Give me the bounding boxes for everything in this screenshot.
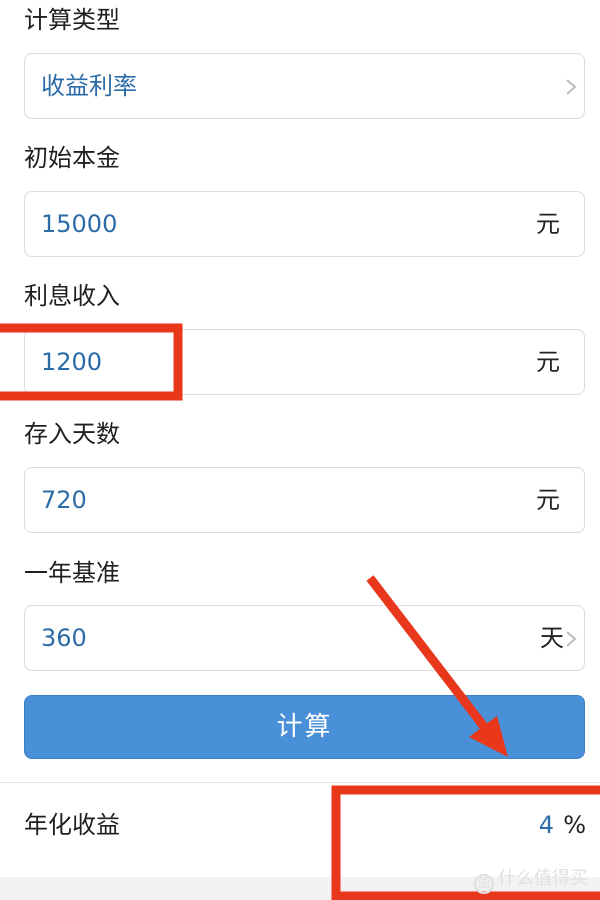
result-unit: % [563, 811, 586, 839]
days-label: 存入天数 [24, 420, 120, 448]
interest-unit: 元 [536, 348, 560, 376]
watermark: 值什么值得买 [474, 864, 588, 894]
principal-value: 15000 [41, 210, 118, 238]
year-basis-unit: 天 [540, 624, 564, 652]
calc-type-value: 收益利率 [41, 72, 137, 100]
result-value: 4 [538, 811, 554, 839]
days-unit: 元 [536, 486, 560, 514]
calc-type-select[interactable]: 收益利率 [24, 53, 585, 119]
result-row: 年化收益 4 % [0, 783, 600, 877]
principal-input[interactable]: 15000 元 [24, 191, 585, 257]
calculator-page: 计算类型 收益利率 初始本金 15000 元 利息收入 1200 元 存入天数 … [0, 0, 600, 900]
interest-input[interactable]: 1200 元 [24, 329, 585, 395]
annotation-overlay [0, 323, 600, 900]
principal-unit: 元 [536, 210, 560, 238]
interest-label: 利息收入 [24, 282, 120, 310]
chevron-right-icon [566, 79, 577, 95]
principal-label: 初始本金 [24, 144, 120, 172]
year-basis-label: 一年基准 [24, 559, 120, 587]
year-basis-select[interactable]: 360 天 [24, 605, 585, 671]
days-value: 720 [41, 486, 87, 514]
calc-type-label: 计算类型 [24, 6, 120, 34]
days-input[interactable]: 720 元 [24, 467, 585, 533]
calculate-button[interactable]: 计算 [24, 695, 585, 759]
watermark-icon: 值 [474, 874, 494, 894]
result-label: 年化收益 [24, 811, 120, 839]
interest-value: 1200 [41, 348, 103, 376]
chevron-right-icon [566, 631, 577, 647]
watermark-text: 什么值得买 [498, 868, 588, 889]
year-basis-value: 360 [41, 624, 87, 652]
